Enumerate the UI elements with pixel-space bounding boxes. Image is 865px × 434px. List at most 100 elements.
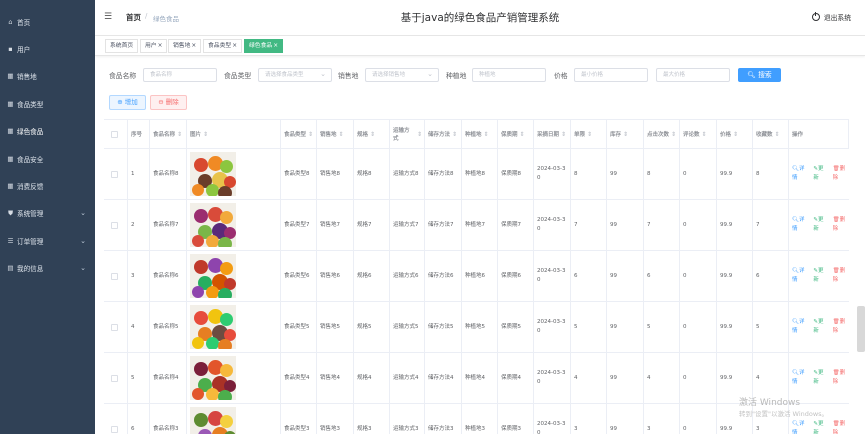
food-image[interactable]: [190, 356, 236, 400]
column-header[interactable]: 采摘日期 ⇕: [534, 120, 571, 149]
column-header[interactable]: 图片 ⇕: [187, 120, 281, 149]
column-header[interactable]: 食品名称 ⇕: [150, 120, 187, 149]
column-header[interactable]: 保质期 ⇕: [498, 120, 534, 149]
food-image[interactable]: [190, 254, 236, 298]
row-checkbox[interactable]: [111, 272, 118, 280]
tag-home[interactable]: 系统首页: [105, 39, 139, 53]
sidebar-item[interactable]: ▦ 绿色食品: [0, 118, 95, 145]
sort-caret-icon[interactable]: ⇕: [370, 131, 375, 139]
column-header[interactable]: 序号: [128, 120, 150, 149]
column-header[interactable]: 规格 ⇕: [354, 120, 390, 149]
sidebar-item[interactable]: ⛊ 系统管理 ⌄: [0, 200, 95, 227]
scrollbar[interactable]: [857, 306, 865, 352]
close-icon[interactable]: ×: [158, 43, 163, 49]
edit-button[interactable]: ✎更新: [813, 216, 827, 234]
edit-button[interactable]: ✎更新: [813, 165, 827, 183]
sort-caret-icon[interactable]: ⇕: [417, 131, 422, 139]
sort-caret-icon[interactable]: ⇕: [587, 131, 592, 139]
row-checkbox[interactable]: [111, 170, 118, 178]
detail-button[interactable]: 🔍︎详情: [792, 216, 808, 234]
close-icon[interactable]: ×: [232, 43, 237, 49]
plant-place-input[interactable]: 种植地: [472, 68, 546, 82]
logout-button[interactable]: 退出系统: [811, 12, 851, 22]
row-delete-button[interactable]: 🗑︎删除: [833, 267, 849, 285]
sidebar-item[interactable]: ▦ 食品安全: [0, 145, 95, 172]
column-header[interactable]: 点击次数 ⇕: [644, 120, 680, 149]
table-row[interactable]: 6 食品名称3 食品类型3 销售地3 规格3 运输方式3 储存方法3 种植地3 保质期3 2024…: [104, 404, 849, 434]
sort-caret-icon[interactable]: ⇕: [203, 131, 208, 139]
column-header[interactable]: 销售地 ⇕: [317, 120, 354, 149]
max-price-input[interactable]: 最大价格: [656, 68, 730, 82]
close-icon[interactable]: ×: [273, 43, 278, 49]
row-checkbox[interactable]: [111, 221, 118, 229]
tag-user[interactable]: 用户×: [140, 39, 168, 53]
tag-food-type[interactable]: 食品类型×: [203, 39, 243, 53]
sort-caret-icon[interactable]: ⇕: [484, 131, 489, 139]
sort-caret-icon[interactable]: ⇕: [733, 131, 738, 139]
row-delete-button[interactable]: 🗑︎删除: [833, 318, 849, 336]
detail-button[interactable]: 🔍︎详情: [792, 267, 808, 285]
row-delete-button[interactable]: 🗑︎删除: [833, 165, 849, 183]
close-icon[interactable]: ×: [191, 43, 196, 49]
table-row[interactable]: 3 食品名称6 食品类型6 销售地6 规格6 运输方式6 储存方法6 种植地6 保质期6 2024…: [104, 251, 849, 302]
delete-button[interactable]: ⊖ 删除: [150, 95, 187, 110]
select-all-checkbox[interactable]: [111, 131, 118, 138]
sort-caret-icon[interactable]: ⇕: [452, 131, 457, 139]
sort-caret-icon[interactable]: ⇕: [623, 131, 628, 139]
edit-button[interactable]: ✎更新: [813, 267, 827, 285]
food-name-input[interactable]: 食品名称: [143, 68, 217, 82]
sidebar-item[interactable]: ▦ 销售地: [0, 63, 95, 90]
food-image[interactable]: [190, 152, 236, 196]
column-header[interactable]: 储存方法 ⇕: [425, 120, 462, 149]
column-header[interactable]: 单限 ⇕: [571, 120, 607, 149]
food-image[interactable]: [190, 203, 236, 247]
column-header[interactable]: 食品类型 ⇕: [281, 120, 317, 149]
sidebar-item[interactable]: ▦ 消费反馈: [0, 172, 95, 199]
column-header[interactable]: 价格 ⇕: [717, 120, 753, 149]
row-checkbox[interactable]: [111, 374, 118, 382]
row-checkbox[interactable]: [111, 323, 118, 331]
sort-caret-icon[interactable]: ⇕: [702, 131, 707, 139]
sort-caret-icon[interactable]: ⇕: [561, 131, 566, 139]
detail-button[interactable]: 🔍︎详情: [792, 369, 808, 387]
sidebar-item[interactable]: ⌂ 首页: [0, 8, 95, 35]
detail-button[interactable]: 🔍︎详情: [792, 318, 808, 336]
sort-caret-icon[interactable]: ⇕: [177, 131, 182, 139]
table-row[interactable]: 4 食品名称5 食品类型5 销售地5 规格5 运输方式5 储存方法5 种植地5 保质期5 2024…: [104, 302, 849, 353]
row-delete-button[interactable]: 🗑︎删除: [833, 369, 849, 387]
sort-caret-icon[interactable]: ⇕: [775, 131, 780, 139]
food-image[interactable]: [190, 407, 236, 434]
sidebar-item[interactable]: ☰ 订单管理 ⌄: [0, 227, 95, 254]
column-header[interactable]: 种植地 ⇕: [462, 120, 498, 149]
table-row[interactable]: 5 食品名称4 食品类型4 销售地4 规格4 运输方式4 储存方法4 种植地4 保质期4 2024…: [104, 353, 849, 404]
edit-button[interactable]: ✎更新: [813, 369, 827, 387]
sort-caret-icon[interactable]: ⇕: [520, 131, 525, 139]
add-button[interactable]: ⊕ 增加: [109, 95, 146, 110]
edit-button[interactable]: ✎更新: [813, 420, 827, 434]
detail-button[interactable]: 🔍︎详情: [792, 165, 808, 183]
sidebar-item[interactable]: ▦ 食品类型: [0, 90, 95, 117]
search-button[interactable]: 🔍︎ 搜索: [738, 68, 781, 82]
column-header[interactable]: 操作: [789, 120, 849, 149]
column-header[interactable]: 评论数 ⇕: [680, 120, 717, 149]
tag-green-food[interactable]: 绿色食品×: [244, 39, 284, 53]
sort-caret-icon[interactable]: ⇕: [671, 131, 676, 139]
table-row[interactable]: 1 食品名称8 食品类型8 销售地8 规格8 运输方式8 储存方法8 种植地8 保质期8 2024…: [104, 149, 849, 200]
row-checkbox[interactable]: [111, 425, 118, 433]
column-header[interactable]: 运输方式 ⇕: [390, 120, 425, 149]
food-image[interactable]: [190, 305, 236, 349]
sidebar-item[interactable]: ▤ 我的信息 ⌄: [0, 255, 95, 282]
column-header[interactable]: 库存 ⇕: [607, 120, 644, 149]
sales-place-select[interactable]: 请选择销售地: [365, 68, 439, 82]
food-type-select[interactable]: 请选择食品类型: [258, 68, 332, 82]
sort-caret-icon[interactable]: ⇕: [339, 131, 344, 139]
row-delete-button[interactable]: 🗑︎删除: [833, 216, 849, 234]
sort-caret-icon[interactable]: ⇕: [308, 131, 313, 139]
table-row[interactable]: 2 食品名称7 食品类型7 销售地7 规格7 运输方式7 储存方法7 种植地7 保质期7 2024…: [104, 200, 849, 251]
detail-button[interactable]: 🔍︎详情: [792, 420, 808, 434]
row-delete-button[interactable]: 🗑︎删除: [833, 420, 849, 434]
edit-button[interactable]: ✎更新: [813, 318, 827, 336]
min-price-input[interactable]: 最小价格: [574, 68, 648, 82]
sidebar-item[interactable]: ▪ 用户: [0, 35, 95, 62]
column-header[interactable]: 收藏数 ⇕: [753, 120, 789, 149]
